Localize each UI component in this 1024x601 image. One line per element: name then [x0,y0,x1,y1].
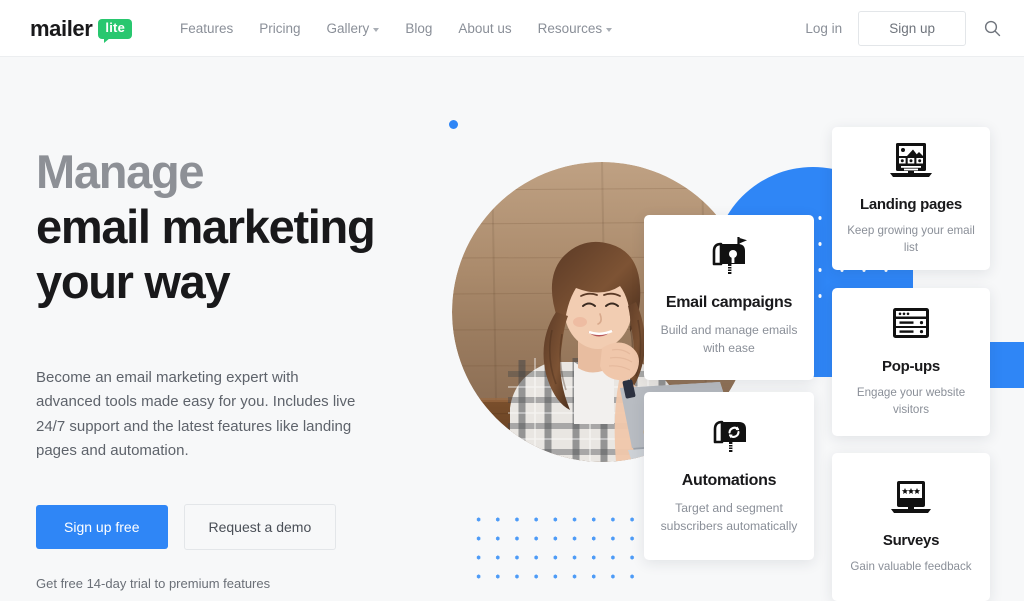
logo-badge-label: lite [98,19,133,39]
browser-window-icon [889,305,933,346]
logo-badge-tail [104,37,111,43]
search-icon[interactable] [982,19,1002,39]
mailbox-flag-icon [708,237,750,282]
feature-card-landing-pages[interactable]: Landing pages Keep growing your email li… [832,127,990,270]
trial-note: Get free 14-day trial to premium feature… [36,575,271,591]
nav-about-us-label: About us [458,21,512,36]
feature-card-subtitle: Engage your website visitors [856,386,966,416]
main-navigation: Features Pricing Gallery Blog About us R… [180,0,613,57]
header-actions: Log in Sign up [805,0,1002,57]
feature-card-subtitle: Build and manage emails with ease [660,323,798,355]
feature-card-email-campaigns[interactable]: Email campaigns Build and manage emails … [644,215,814,380]
mailbox-refresh-icon [708,417,750,460]
hero-copy: Manage email marketing your way Become a… [36,145,436,591]
headline-muted-word: Manage [36,145,205,198]
nav-pricing-label: Pricing [259,21,301,36]
feature-card-popups[interactable]: Pop-ups Engage your website visitors [832,288,990,436]
decorative-blue-dot-grid [469,510,639,582]
feature-card-automations[interactable]: Automations Target and segment subscribe… [644,392,814,560]
laptop-stars-icon [888,479,934,520]
page-title: Manage email marketing your way [36,145,436,310]
feature-card-title: Surveys [882,531,940,549]
nav-features-label: Features [180,21,234,36]
feature-card-title: Email campaigns [665,294,793,312]
login-link[interactable]: Log in [805,21,842,36]
feature-card-title: Pop-ups [882,358,940,376]
decorative-blue-dot [449,120,458,129]
feature-card-subtitle: Keep growing your email list [847,223,975,254]
headline-line-2: email marketing [36,199,376,253]
signup-button[interactable]: Sign up [858,11,966,46]
feature-card-title: Automations [681,471,777,489]
nav-gallery[interactable]: Gallery [327,21,380,36]
nav-gallery-label: Gallery [326,21,370,36]
feature-card-surveys[interactable]: Surveys Gain valuable feedback [832,453,990,601]
hero-cta-row: Sign up free Request a demo [36,503,436,550]
signup-free-button[interactable]: Sign up free [36,504,168,549]
nav-blog-label: Blog [405,21,433,36]
landing-page: mailer lite Features Pricing Gallery Blo… [0,0,1024,601]
nav-blog[interactable]: Blog [405,21,432,36]
nav-resources[interactable]: Resources [538,21,613,36]
laptop-landing-page-icon [888,141,934,184]
logo-wordmark: mailer [30,16,93,41]
chevron-down-icon [606,27,613,32]
chevron-down-icon [373,27,380,32]
nav-resources-label: Resources [537,21,603,36]
feature-card-subtitle: Target and segment subscribers automatic… [660,500,798,533]
site-header: mailer lite Features Pricing Gallery Blo… [0,0,1024,57]
feature-card-subtitle: Gain valuable feedback [850,559,972,573]
nav-features[interactable]: Features [180,21,233,36]
nav-pricing[interactable]: Pricing [259,21,300,36]
request-demo-button[interactable]: Request a demo [183,503,337,550]
nav-about-us[interactable]: About us [458,21,511,36]
mailerlite-logo[interactable]: mailer lite [30,16,133,43]
feature-card-title: Landing pages [860,195,962,213]
logo-badge: lite [98,19,133,43]
hero-paragraph: Become an email marketing expert with ad… [36,368,356,460]
headline-line-3: your way [36,254,231,308]
